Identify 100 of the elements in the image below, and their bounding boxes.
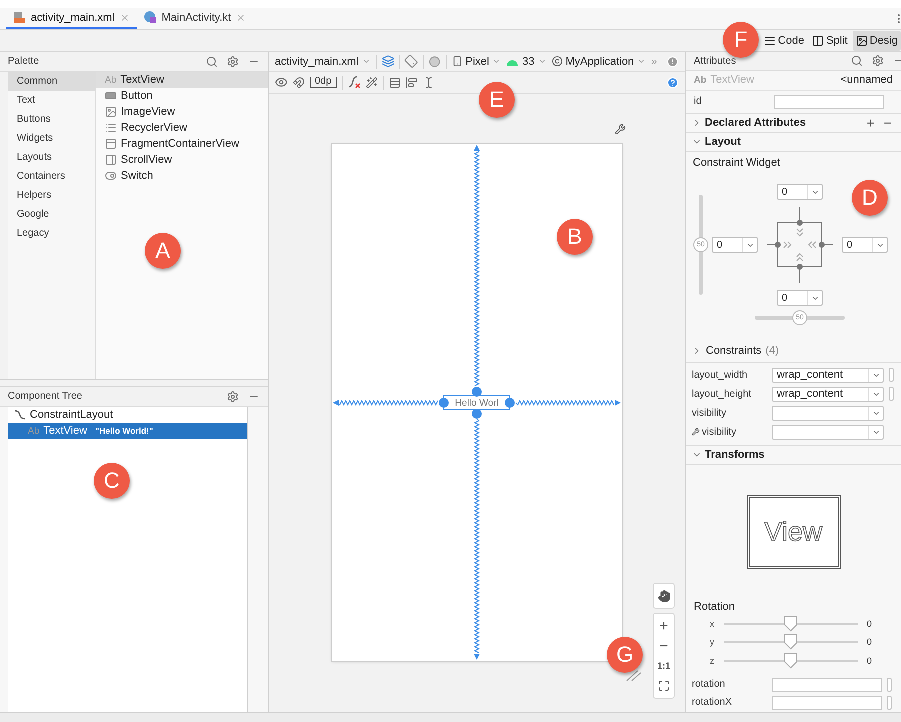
section-header[interactable]: Layout	[686, 132, 901, 152]
callout-marker: G	[607, 637, 643, 673]
phone-icon	[452, 56, 463, 67]
tree-item[interactable]: ConstraintLayout	[8, 407, 247, 423]
section-header[interactable]: Transforms	[686, 446, 901, 465]
xml-file-icon	[13, 11, 26, 24]
settings-icon[interactable]	[227, 390, 239, 402]
text-view-icon: Ab	[105, 74, 117, 86]
remove-button[interactable]: −	[881, 114, 895, 131]
margin-dropdown[interactable]: 0	[777, 184, 823, 200]
add-button[interactable]: +	[864, 114, 878, 131]
widget-title: Constraint Widget	[692, 156, 782, 171]
search-icon[interactable]	[851, 55, 863, 68]
resize-handle[interactable]	[472, 387, 482, 397]
editor-tab[interactable]: MainActivity.kt	[136, 8, 254, 29]
resource-picker[interactable]	[889, 387, 894, 402]
scroll-panel-icon	[105, 154, 117, 166]
palette-category[interactable]: Layouts	[8, 148, 95, 167]
section-header[interactable]: Declared Attributes + −	[686, 114, 901, 133]
palette-category[interactable]: Containers	[8, 167, 95, 186]
resize-grip-icon[interactable]	[626, 670, 642, 682]
palette-category[interactable]: Buttons	[8, 110, 95, 129]
id-input[interactable]	[774, 94, 884, 109]
frame-icon	[105, 138, 117, 150]
actual-size-button[interactable]: 1:1	[654, 656, 674, 676]
settings-icon[interactable]	[872, 55, 884, 68]
align-icon[interactable]	[406, 76, 418, 88]
component-type: TextView	[710, 74, 756, 86]
clear-constraints-icon[interactable]	[348, 76, 361, 89]
warning-icon[interactable]	[667, 56, 679, 68]
palette-item[interactable]: ImageView	[96, 104, 268, 120]
hand-icon	[658, 590, 670, 602]
axis-label: y	[710, 637, 716, 648]
constraints-section[interactable]: Constraints (4)	[686, 341, 901, 363]
close-icon[interactable]	[120, 12, 130, 22]
margin-dropdown[interactable]: 0	[842, 237, 888, 254]
palette-category[interactable]: Helpers	[8, 186, 95, 205]
magnet-icon[interactable]	[293, 76, 305, 88]
view-mode-button[interactable]: Split	[809, 30, 851, 50]
view-mode-button[interactable]: Desig	[852, 30, 901, 50]
tree-item[interactable]: Ab TextView "Hello World!"	[8, 423, 247, 439]
attribute-dropdown[interactable]	[772, 424, 884, 440]
magic-wand-icon[interactable]	[366, 76, 378, 88]
palette-category[interactable]: Google	[8, 205, 95, 224]
code-view-icon	[764, 34, 776, 46]
attribute-label: rotationX	[692, 697, 734, 708]
close-icon[interactable]	[236, 12, 246, 22]
file-dropdown[interactable]: activity_main.xml	[275, 56, 371, 68]
palette-category[interactable]: Text	[8, 91, 95, 110]
default-margin-button[interactable]: 0dp	[310, 77, 337, 88]
margin-dropdown[interactable]: 0	[777, 290, 823, 306]
zoom-in-button[interactable]: +	[654, 616, 674, 636]
palette-item[interactable]: ScrollView	[96, 152, 268, 168]
attribute-dropdown[interactable]: wrap_content	[772, 368, 884, 383]
split-view-icon	[812, 34, 824, 46]
resize-handle[interactable]	[505, 398, 515, 408]
resize-handle[interactable]	[439, 398, 449, 408]
palette-category[interactable]: Common	[8, 72, 95, 91]
palette-category[interactable]: Legacy	[8, 224, 95, 243]
attribute-input[interactable]	[772, 696, 882, 710]
help-icon[interactable]	[667, 76, 679, 88]
layers-icon[interactable]	[382, 55, 394, 68]
zoom-out-button[interactable]: −	[654, 636, 674, 656]
palette-item[interactable]: RecyclerView	[96, 120, 268, 136]
rotation-value: 0	[867, 656, 872, 666]
eye-icon[interactable]	[275, 76, 288, 89]
text-view-icon: Ab	[28, 426, 40, 436]
resource-picker[interactable]	[887, 696, 892, 710]
slider-thumb[interactable]	[784, 616, 798, 632]
resize-handle[interactable]	[472, 409, 482, 419]
attribute-input[interactable]	[772, 678, 882, 692]
text-view-icon: Ab	[694, 74, 707, 86]
palette-item[interactable]: FragmentContainerView	[96, 136, 268, 152]
orientation-icon[interactable]	[402, 52, 421, 71]
wrench-icon[interactable]	[615, 124, 626, 135]
view-mode-button[interactable]: Code	[761, 30, 808, 50]
axis-label: z	[710, 656, 716, 666]
device-dropdown[interactable]: Pixel	[452, 56, 502, 68]
slider-thumb[interactable]	[784, 652, 798, 668]
panel-title: Palette	[8, 56, 40, 67]
attribute-dropdown[interactable]	[772, 406, 884, 421]
text-view-label[interactable]: Hello Worl	[449, 396, 505, 410]
search-icon[interactable]	[206, 56, 218, 68]
palette-item[interactable]: Switch	[96, 168, 268, 184]
caret-icon	[538, 57, 547, 66]
margin-dropdown[interactable]: 0	[712, 237, 758, 254]
resource-picker[interactable]	[887, 678, 892, 692]
theme-dropdown[interactable]: MyApplication	[552, 56, 646, 68]
palette-item[interactable]: Ab TextView	[96, 72, 268, 88]
palette-category[interactable]: Widgets	[8, 129, 95, 148]
attribute-dropdown[interactable]: wrap_content	[772, 386, 884, 402]
caret-icon	[637, 57, 646, 66]
resource-picker[interactable]	[889, 368, 894, 382]
api-level-dropdown[interactable]: 33	[506, 56, 547, 68]
attribute-label: rotation	[692, 679, 726, 690]
guidelines-icon[interactable]	[388, 76, 401, 88]
palette-item[interactable]: Button	[96, 88, 268, 104]
switch-icon	[105, 170, 117, 182]
slider-thumb[interactable]	[784, 634, 798, 650]
settings-icon[interactable]	[227, 56, 239, 68]
